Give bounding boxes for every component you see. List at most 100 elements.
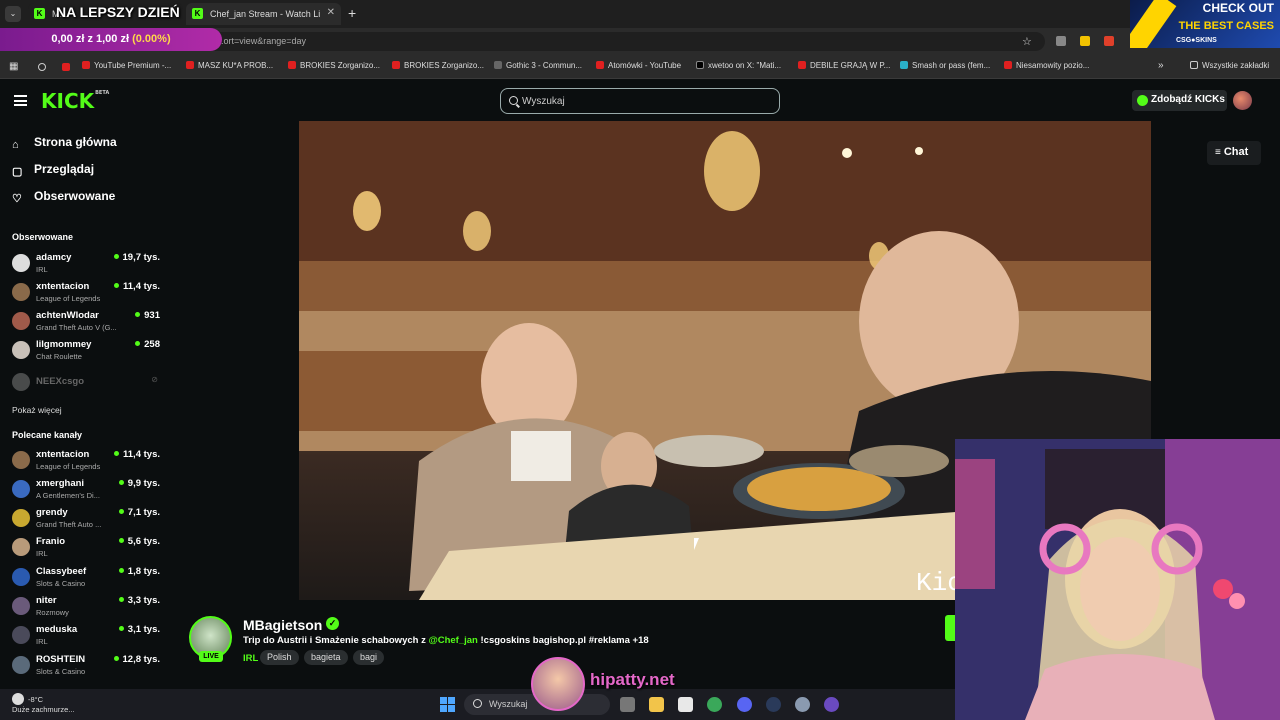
viewer-count: 19,7 tys. [114,252,161,263]
home-icon: ⌂ [12,139,19,151]
settings-gear-icon[interactable] [795,697,810,712]
sidebar: ⌂ Strona główna ▢ Przeglądaj ♡ Obserwowane … [0,121,170,689]
close-tab-icon[interactable]: ✕ [327,7,335,18]
channel-category: Slots & Casino [36,667,86,676]
chat-toggle-button[interactable]: ≡ Chat [1207,141,1261,165]
tab-list-chevron-icon[interactable]: ⌄ [5,6,21,22]
get-kicks-button[interactable]: Zdobądź KICKs [1132,90,1227,111]
bookmark-icon[interactable] [62,63,70,71]
url-text: ...ort=view&range=day [216,36,307,46]
bookmark-item[interactable]: Gothic 3 - Commun... [494,61,582,70]
channel-name: xmerghani [36,478,85,489]
sidebar-channel[interactable]: achtenWlodar Grand Theft Auto V (G... 93… [12,310,160,338]
bookmark-item[interactable]: xwetoo on X: "Mati... [696,61,781,70]
search-icon [473,699,482,708]
all-bookmarks[interactable]: Wszystkie zakładki [1190,61,1269,70]
sidebar-channel[interactable]: niter Rozmowy 3,3 tys. [12,595,160,623]
channel-name: ROSHTEIN [36,654,86,665]
sidebar-channel[interactable]: adamcy IRL 19,7 tys. [12,252,160,280]
stream-tag[interactable]: Polish [260,650,299,665]
start-menu-icon[interactable] [440,697,455,712]
mention-link[interactable]: @Chef_jan [428,635,477,646]
bookmark-item[interactable]: Niesamowity pozio... [1004,61,1089,70]
get-kicks-label: Zdobądź KICKs [1151,94,1225,105]
viewer-count: 7,1 tys. [119,507,160,518]
star-icon[interactable]: ☆ [1022,35,1032,48]
search-input[interactable]: Wyszukaj [500,88,780,114]
viewer-count: 258 [135,339,160,350]
stream-category[interactable]: IRL [243,653,258,664]
bookmark-item[interactable]: Atomówki - YouTube [596,61,681,70]
url-field[interactable]: ...ort=view&range=day [200,32,1045,51]
chrome-icon[interactable] [707,697,722,712]
csgoskins-ad-overlay: CHECK OUT THE BEST CASES CSG●SKINS [1130,0,1280,48]
sidebar-channel[interactable]: lilgmommey Chat Roulette 258 [12,339,160,367]
avatar [12,538,30,556]
stream-tag[interactable]: bagi [353,650,385,665]
avatar [12,597,30,615]
live-badge: LIVE [199,651,223,662]
webcam-frame [955,439,1280,720]
extension-icon[interactable] [1056,36,1066,46]
sidebar-channel[interactable]: ROSHTEIN Slots & Casino 12,8 tys. [12,654,160,682]
channel-category: Grand Theft Auto V (G... [36,323,117,332]
bookmark-icon[interactable] [38,63,46,71]
steam-icon[interactable] [766,697,781,712]
extension-icon[interactable] [1104,36,1114,46]
sidebar-channel[interactable]: xmerghani A Gentlemen's Di... 9,9 tys. [12,478,160,506]
menu-hamburger-icon[interactable] [14,95,27,106]
sidebar-channel[interactable]: grendy Grand Theft Auto ... 7,1 tys. [12,507,160,535]
discord-icon[interactable] [737,697,752,712]
new-tab-button[interactable]: + [348,5,356,21]
mouse-cursor-icon [694,538,704,550]
viewer-count: 3,3 tys. [119,595,160,606]
avatar [12,312,30,330]
nav-following[interactable]: ♡ Obserwowane [12,189,115,205]
nav-home[interactable]: ⌂ Strona główna [12,135,117,151]
avatar [12,480,30,498]
bookmark-item[interactable]: BROKIES Zorganizo... [288,61,380,70]
extension-icon[interactable] [1080,36,1090,46]
avatar [12,509,30,527]
streamer-name[interactable]: MBagietson [243,617,322,633]
tab-active[interactable]: K Chef_jan Stream - Watch Live o ✕ [186,3,341,25]
weather-desc: Duże zachmurze... [12,705,75,714]
bookmark-item[interactable]: YouTube Premium -... [82,61,171,70]
offline-icon: ⊘ [151,375,158,384]
follow-button-edge[interactable] [945,615,955,641]
browse-icon: ▢ [12,166,23,178]
bookmark-item[interactable]: Smash or pass (fem... [900,61,990,70]
sidebar-channel[interactable]: Classybeef Slots & Casino 1,8 tys. [12,566,160,594]
bookmark-item[interactable]: DEBILE GRAJĄ W P... [798,61,890,70]
sidebar-channel[interactable]: xntentacion League of Legends 11,4 tys. [12,449,160,477]
ad-brand: CSG●SKINS [1176,37,1217,44]
sidebar-channel-offline[interactable]: NEEXcsgo ⊘ [12,371,160,399]
viewer-count: 11,4 tys. [114,449,160,460]
stream-title: Trip do Austrii i Smażenie schabowych z … [243,635,649,646]
task-view-icon[interactable] [620,697,635,712]
bookmark-item[interactable]: MASZ KU*A PROB... [186,61,273,70]
sidebar-channel[interactable]: Franio IRL 5,6 tys. [12,536,160,564]
nav-browse[interactable]: ▢ Przeglądaj [12,162,94,178]
ad-line2: THE BEST CASES [1178,20,1274,32]
viewer-count: 9,9 tys. [119,478,160,489]
apps-grid-icon[interactable]: ▦ [9,61,18,72]
bookmark-item[interactable]: BROKIES Zorganizo... [392,61,484,70]
channel-name: NEEXcsgo [36,376,85,387]
more-bookmarks-chevron-icon[interactable]: » [1158,60,1164,71]
overlay-title: NA LEPSZY DZIEŃ [56,4,180,20]
sidebar-channel[interactable]: xntentacion League of Legends 11,4 tys. [12,281,160,309]
sidebar-channel[interactable]: meduska IRL 3,1 tys. [12,624,160,652]
weather-widget[interactable]: -8°C Duże zachmurze... [12,693,75,715]
show-more-link[interactable]: Pokaż więcej [12,405,62,415]
stream-tag[interactable]: bagieta [304,650,348,665]
kick-logo[interactable]: KICKBETA [41,89,109,113]
app-icon[interactable] [824,697,839,712]
store-icon[interactable] [678,697,693,712]
file-explorer-icon[interactable] [649,697,664,712]
cloud-icon [12,693,24,705]
user-avatar[interactable] [1233,91,1252,110]
avatar [12,656,30,674]
temperature: -8°C [28,695,44,704]
channel-category: IRL [36,265,48,274]
